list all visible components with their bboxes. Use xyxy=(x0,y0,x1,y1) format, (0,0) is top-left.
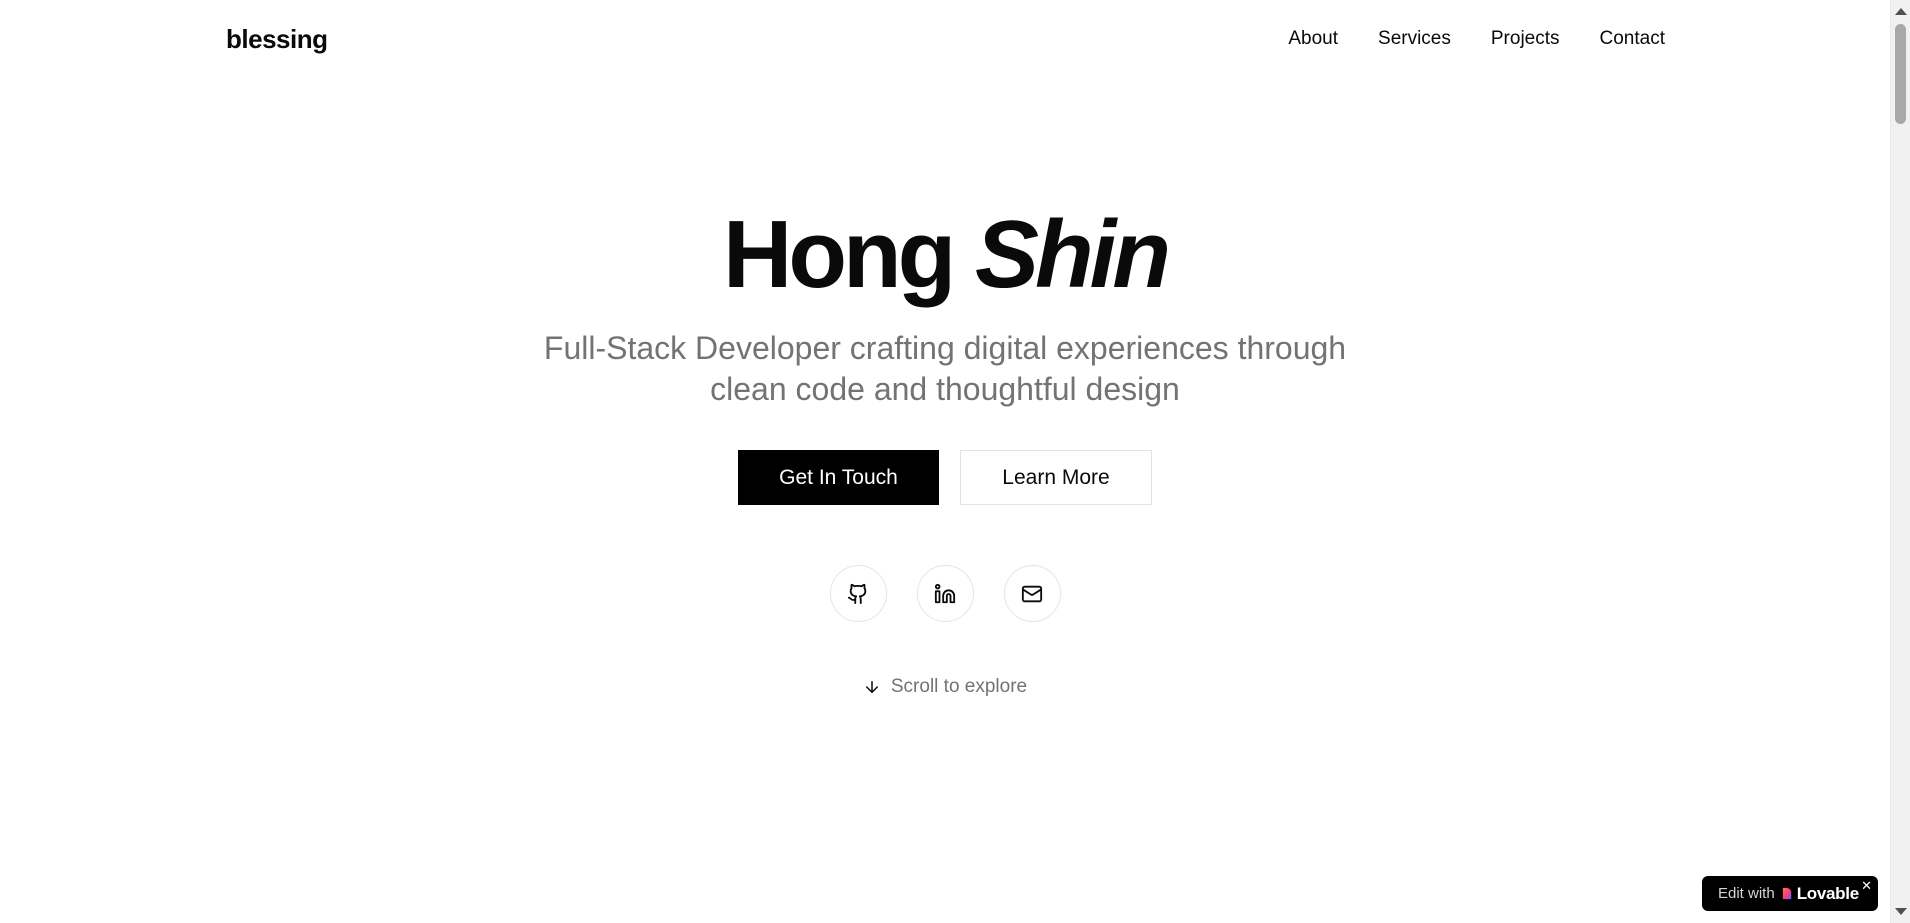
hero-subtitle: Full-Stack Developer crafting digital ex… xyxy=(543,330,1347,407)
github-link[interactable] xyxy=(829,565,887,622)
get-in-touch-button[interactable]: Get In Touch xyxy=(738,450,939,505)
learn-more-button[interactable]: Learn More xyxy=(960,450,1152,505)
hero-name-last: Shin xyxy=(974,201,1171,308)
linkedin-icon xyxy=(934,583,956,603)
site-logo[interactable]: blessing xyxy=(226,24,328,55)
badge-close-button[interactable]: ✕ xyxy=(1861,878,1872,894)
github-icon xyxy=(847,583,867,604)
main-nav: About Services Projects Contact xyxy=(1288,28,1665,50)
edit-with-lovable-badge[interactable]: Edit with Lovable ✕ xyxy=(1702,876,1878,911)
hero-name-first: Hong xyxy=(723,201,956,308)
badge-brand: Lovable xyxy=(1796,883,1859,903)
badge-prefix: Edit with xyxy=(1718,885,1775,902)
nav-link-contact[interactable]: Contact xyxy=(1600,28,1665,50)
cta-row: Get In Touch Learn More xyxy=(0,450,1890,505)
arrow-down-icon xyxy=(865,681,878,693)
lovable-heart-icon xyxy=(1782,887,1791,900)
social-links xyxy=(0,565,1890,622)
vertical-scrollbar[interactable] xyxy=(1890,0,1910,923)
mail-icon xyxy=(1021,585,1043,602)
scroll-down-arrow-icon[interactable] xyxy=(1895,908,1907,915)
hero-title: Hong Shin xyxy=(0,200,1890,310)
site-header: blessing About Services Projects Contact xyxy=(0,0,1890,82)
scroll-thumb[interactable] xyxy=(1895,24,1906,124)
email-link[interactable] xyxy=(1003,565,1061,622)
linkedin-link[interactable] xyxy=(916,565,974,622)
nav-link-about[interactable]: About xyxy=(1288,28,1338,50)
hero-section: Hong Shin Full-Stack Developer crafting … xyxy=(0,200,1890,698)
scroll-hint[interactable]: Scroll to explore xyxy=(0,676,1890,698)
page: blessing About Services Projects Contact… xyxy=(0,0,1910,923)
scroll-up-arrow-icon[interactable] xyxy=(1895,8,1907,15)
nav-link-services[interactable]: Services xyxy=(1378,28,1451,50)
scroll-hint-label: Scroll to explore xyxy=(890,676,1028,697)
nav-link-projects[interactable]: Projects xyxy=(1491,28,1560,50)
